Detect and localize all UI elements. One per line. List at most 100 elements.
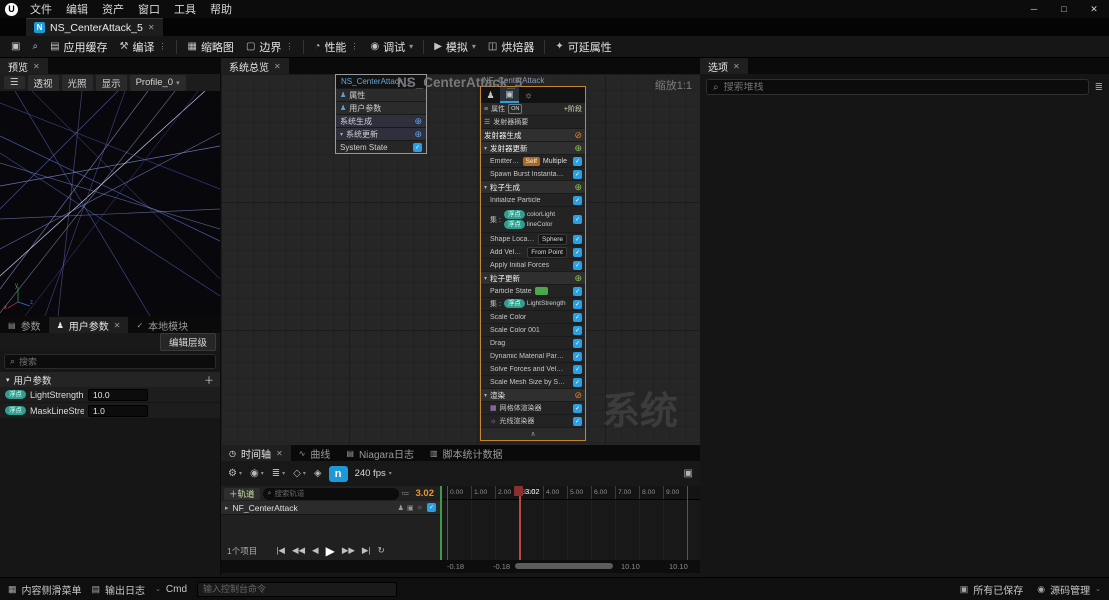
module-checkbox[interactable]: ✓ bbox=[573, 247, 582, 257]
toolbar-button[interactable] bbox=[544, 39, 546, 54]
parameter-value-field[interactable]: 1.0 bbox=[88, 404, 148, 417]
stack-row[interactable]: ▾ 粒子更新 ⊕ bbox=[481, 272, 585, 285]
fps-selector[interactable]: 240 fps ▾ bbox=[355, 468, 392, 479]
add-parameter-button[interactable]: ＋ bbox=[204, 372, 214, 387]
viewport-option-button[interactable]: 透视 bbox=[27, 74, 59, 91]
close-icon[interactable]: ✕ bbox=[274, 62, 281, 71]
module-checkbox[interactable]: ✓ bbox=[573, 215, 582, 224]
transport-button[interactable]: ↻ bbox=[378, 545, 385, 556]
stage-status-icon[interactable]: ⊕ bbox=[574, 182, 582, 192]
minimize-button[interactable]: ─ bbox=[1019, 0, 1049, 18]
stack-row[interactable]: Scale Mesh Size by Speed ✓ bbox=[481, 376, 585, 389]
stage-status-icon[interactable]: ⊘ bbox=[574, 130, 582, 140]
chevron-down-icon[interactable]: ▾ bbox=[484, 275, 487, 282]
toolbar-button[interactable]: ✦ 可延属性 bbox=[550, 37, 616, 57]
playhead-line[interactable] bbox=[519, 486, 521, 560]
dropdown-icon[interactable]: ⋮ bbox=[350, 42, 358, 51]
preview-viewport[interactable]: y x z bbox=[0, 91, 220, 316]
stack-row[interactable]: Shape Location Sphere ✓ bbox=[481, 233, 585, 246]
enabled-toggle[interactable]: ON bbox=[508, 104, 523, 114]
toolbar-button[interactable] bbox=[303, 39, 305, 54]
system-node-row[interactable]: 系统生成 ⊕ ✓ bbox=[336, 114, 426, 127]
module-checkbox[interactable]: ✓ bbox=[573, 260, 582, 270]
camera-icon[interactable]: ▣ bbox=[684, 468, 693, 479]
stack-row[interactable]: ▾ 粒子生成 ⊕ bbox=[481, 181, 585, 194]
module-checkbox[interactable]: ✓ bbox=[573, 156, 582, 166]
stack-row[interactable]: ☰ 发射器摘要 bbox=[481, 116, 585, 129]
edit-hierarchy-button[interactable]: 编辑层级 bbox=[159, 333, 216, 351]
stack-search[interactable]: ⌕ bbox=[706, 79, 1089, 95]
module-checkbox[interactable]: ✓ bbox=[573, 169, 582, 179]
track-row[interactable]: ▸ NF_CenterAttack ♟ ▣ ☼ ✓ bbox=[221, 501, 440, 515]
stage-status-icon[interactable]: ⊘ bbox=[574, 390, 582, 400]
module-checkbox[interactable]: ✓ bbox=[573, 286, 582, 296]
module-checkbox[interactable]: ✓ bbox=[573, 325, 582, 335]
system-node-row[interactable]: ▾ 系统更新 ⊕ ✓ bbox=[336, 127, 426, 140]
stack-row[interactable]: ▾ 发射器更新 ⊕ bbox=[481, 142, 585, 155]
user-parameters-section[interactable]: ▾ 用户参数 ＋ bbox=[0, 372, 220, 387]
module-checkbox[interactable]: ✓ bbox=[573, 416, 582, 426]
module-checkbox[interactable]: ✓ bbox=[573, 364, 582, 374]
transport-button[interactable]: ▶▶ bbox=[342, 545, 355, 556]
tab-preview[interactable]: 预览 ✕ bbox=[0, 58, 48, 74]
toolbar-button[interactable]: ⌕ bbox=[27, 39, 43, 54]
stack-row[interactable]: ▾ 渲染 ⊘ bbox=[481, 389, 585, 402]
chevron-right-icon[interactable]: ▸ bbox=[225, 504, 229, 512]
add-stage-icon[interactable]: ⊕ bbox=[414, 116, 422, 127]
stack-row[interactable]: Drag ✓ bbox=[481, 337, 585, 350]
save-status[interactable]: ▣ 所有已保存 bbox=[960, 582, 1024, 597]
module-checkbox[interactable]: ✓ bbox=[573, 195, 582, 205]
dropdown-icon[interactable]: ⋮ bbox=[285, 42, 293, 51]
add-stage-icon[interactable]: ⊕ bbox=[414, 129, 422, 140]
menu-item[interactable]: 窗口 bbox=[131, 0, 167, 18]
parameters-tab[interactable]: ▤ 参数 bbox=[0, 317, 49, 333]
console-command-field[interactable] bbox=[197, 581, 398, 597]
menu-item[interactable]: 编辑 bbox=[59, 0, 95, 18]
toolbar-button[interactable]: ◉ 调试 ▾ bbox=[365, 37, 418, 57]
viewport-option-button[interactable]: 光照 bbox=[61, 74, 93, 91]
dropdown-icon[interactable]: ⋮ bbox=[158, 42, 166, 51]
tab-options[interactable]: 选项 ✕ bbox=[700, 58, 748, 74]
system-node-row[interactable]: ♟ 用户参数 ✓ bbox=[336, 101, 426, 114]
range-start-line[interactable] bbox=[447, 486, 448, 560]
track-checkbox[interactable]: ✓ bbox=[427, 503, 436, 512]
menu-item[interactable]: 工具 bbox=[167, 0, 203, 18]
close-icon[interactable]: ✕ bbox=[276, 449, 283, 458]
chevron-down-icon[interactable]: ▾ bbox=[484, 145, 487, 152]
stack-row[interactable]: Initialize Particle ✓ bbox=[481, 194, 585, 207]
timeline-tab[interactable]: ▤ Niagara日志 bbox=[338, 445, 422, 461]
stage-status-icon[interactable]: ⊕ bbox=[574, 143, 582, 153]
stack-row[interactable]: Emitter State Self Multiple bbox=[481, 155, 585, 168]
module-checkbox[interactable]: ✓ bbox=[573, 377, 582, 387]
menu-item[interactable]: 资产 bbox=[95, 0, 131, 18]
module-checkbox[interactable]: ✓ bbox=[573, 299, 582, 309]
timeline-tab[interactable]: ∿ 曲线 bbox=[291, 445, 339, 461]
node-graph[interactable]: 缩放1:1 系统 NS_CenterAttack_5 NS_CenterAtta… bbox=[221, 74, 700, 445]
unreal-logo-icon[interactable]: U bbox=[5, 2, 18, 16]
maximize-button[interactable]: □ bbox=[1049, 0, 1079, 18]
transport-button[interactable]: ◀◀ bbox=[292, 545, 305, 556]
stack-row[interactable]: Apply Initial Forces ✓ bbox=[481, 259, 585, 272]
module-checkbox[interactable]: ✓ bbox=[573, 312, 582, 322]
stack-row[interactable]: ▦ 网格体渲染器 ✓ bbox=[481, 402, 585, 415]
toolbar-button[interactable]: ⚒ 编译 ⋮ bbox=[115, 37, 172, 57]
toolbar-button[interactable] bbox=[423, 39, 425, 54]
timeline-tool-button[interactable]: ◇ ▾ bbox=[293, 468, 306, 479]
close-button[interactable]: ✕ bbox=[1079, 0, 1109, 18]
stack-row[interactable]: Scale Color ✓ bbox=[481, 311, 585, 324]
stack-row[interactable]: Spawn Burst Instantaneous bbox=[481, 168, 585, 181]
search-input[interactable] bbox=[19, 356, 210, 367]
stack-row[interactable]: 集 : 浮点 LightStrength ✓ bbox=[481, 298, 585, 311]
parameter-row[interactable]: 浮点 LightStrength 10.0 bbox=[0, 387, 220, 403]
chevron-down-icon[interactable]: ▾ bbox=[484, 184, 487, 191]
viewport-option-button[interactable]: Profile_0 ▾ bbox=[129, 74, 186, 91]
track-option-icon[interactable]: ☼ bbox=[417, 504, 423, 512]
parameters-tab[interactable]: ♟ 用户参数 ✕ bbox=[48, 317, 129, 333]
keyframe-area[interactable] bbox=[441, 500, 700, 560]
toolbar-button[interactable] bbox=[176, 39, 178, 54]
transport-button[interactable]: ▶ bbox=[326, 544, 335, 558]
close-icon[interactable]: ✕ bbox=[33, 62, 40, 71]
loop-start-line[interactable] bbox=[440, 486, 442, 560]
parameter-row[interactable]: 浮点 MaskLineStre 1.0 bbox=[0, 403, 220, 419]
system-node-row[interactable]: System State ✓ bbox=[336, 140, 426, 153]
